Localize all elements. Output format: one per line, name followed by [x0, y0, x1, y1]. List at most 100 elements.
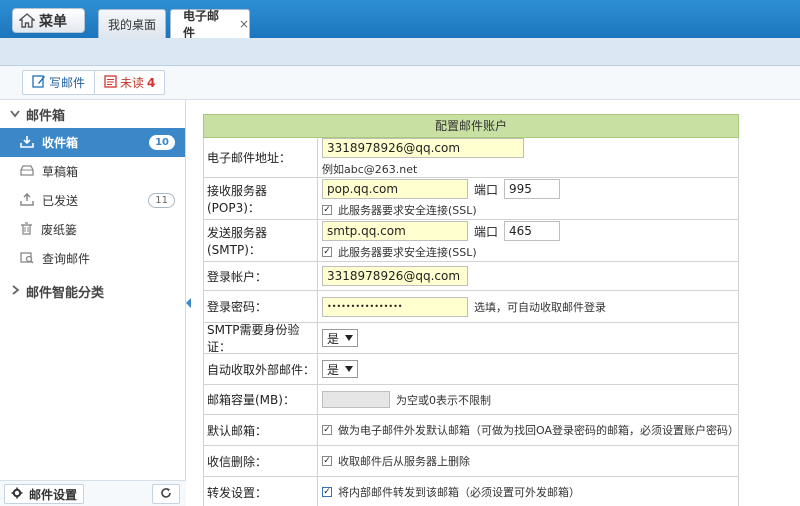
capacity-hint: 为空或0表示不限制 [396, 393, 491, 407]
smart-category-section[interactable]: 邮件智能分类 [0, 277, 185, 305]
compose-button[interactable]: 写邮件 [23, 71, 94, 94]
inbox-count-badge: 10 [149, 135, 175, 150]
collapse-sidebar-arrow[interactable] [186, 298, 191, 308]
port-label: 端口 [474, 182, 499, 197]
sent-icon [20, 192, 34, 209]
sidebar-item-trash[interactable]: 废纸篓 [0, 215, 185, 244]
chevron-right-icon [10, 284, 20, 299]
mailbox-section[interactable]: 邮件箱 [0, 100, 185, 128]
forward-checkbox[interactable]: ✓ [322, 487, 332, 497]
home-icon [19, 13, 35, 28]
account-config-form: 配置邮件账户 电子邮件地址： 3318978926@qq.com 例如abc@2… [203, 114, 739, 506]
search-mail-icon [20, 251, 34, 267]
forward-text: 将内部邮件转发到该邮箱（必须设置可外发邮箱） [338, 486, 580, 499]
form-title: 配置邮件账户 [203, 114, 739, 138]
section-label: 邮件箱 [26, 108, 66, 124]
sidebar: 邮件箱 收件箱 10 草稿箱 已发送 11 废纸篓 查询邮件 邮件智能分类 邮件… [0, 100, 186, 506]
auto-fetch-select[interactable]: 是 [322, 360, 359, 378]
select-value: 是 [327, 331, 340, 346]
draft-icon [20, 164, 34, 179]
smtp-port-field[interactable]: 465 [504, 221, 561, 241]
auto-fetch-label: 自动收取外部邮件： [204, 354, 318, 384]
forward-label: 转发设置： [204, 477, 318, 506]
email-row: 电子邮件地址： 3318978926@qq.com 例如abc@263.net [203, 138, 739, 178]
refresh-icon [160, 487, 172, 502]
menu-button[interactable]: 菜单 [12, 8, 85, 33]
pop3-port-field[interactable]: 995 [504, 179, 561, 199]
sidebar-item-label: 查询邮件 [42, 252, 91, 266]
mail-settings-button[interactable]: 邮件设置 [4, 484, 85, 504]
top-bar: 菜单 我的桌面 电子邮件 × [0, 0, 800, 40]
sidebar-footer: 邮件设置 [0, 480, 186, 506]
toolbar-group: 写邮件 未读 4 [22, 70, 166, 95]
ssl-label: 此服务器要求安全连接(SSL) [338, 204, 477, 217]
default-mailbox-checkbox[interactable]: ✓ [322, 425, 332, 435]
smtp-auth-select[interactable]: 是 [322, 329, 359, 347]
capacity-label: 邮箱容量(MB)： [204, 385, 318, 414]
tab-label: 电子邮件 [183, 9, 220, 40]
forward-row: 转发设置： ✓ 将内部邮件转发到该邮箱（必须设置可外发邮箱） [203, 477, 739, 506]
capacity-field[interactable] [322, 391, 390, 408]
unread-button[interactable]: 未读 4 [94, 71, 164, 94]
sidebar-item-sent[interactable]: 已发送 11 [0, 186, 185, 215]
unread-icon [104, 74, 117, 91]
password-field[interactable]: •••••••••••••••• [322, 296, 468, 317]
inbox-icon [20, 135, 34, 151]
password-hint: 选填，可自动收取邮件登录 [474, 300, 606, 314]
smtp-server-field[interactable]: smtp.qq.com [322, 221, 468, 241]
login-row: 登录帐户： 3318978926@qq.com [203, 262, 739, 291]
settings-label: 邮件设置 [29, 487, 78, 502]
chevron-down-icon [345, 335, 354, 341]
toolbar: 写邮件 未读 4 [0, 66, 800, 100]
compose-icon [32, 74, 46, 91]
unread-count: 4 [147, 75, 156, 90]
smtp-auth-row: SMTP需要身份验证： 是 [203, 323, 739, 354]
sidebar-item-label: 废纸篓 [41, 223, 78, 237]
tab-label: 我的桌面 [107, 17, 156, 32]
delete-text: 收取邮件后从服务器上删除 [338, 455, 470, 468]
compose-label: 写邮件 [49, 76, 86, 90]
pop3-server-field[interactable]: pop.qq.com [322, 179, 468, 199]
delete-after-fetch-checkbox[interactable]: ✓ [322, 456, 332, 466]
ssl-label: 此服务器要求安全连接(SSL) [338, 246, 477, 259]
sidebar-item-inbox[interactable]: 收件箱 10 [0, 128, 185, 157]
sidebar-item-label: 草稿箱 [42, 165, 79, 179]
section-label: 邮件智能分类 [26, 285, 105, 301]
login-label: 登录帐户： [204, 262, 318, 290]
smtp-ssl-checkbox[interactable]: ✓ [322, 247, 332, 257]
menu-label: 菜单 [39, 13, 67, 30]
default-text: 做为电子邮件外发默认邮箱（可做为找回OA登录密码的邮箱，必须设置账户密码） [337, 424, 739, 437]
smtp-label: 发送服务器(SMTP)： [204, 220, 318, 261]
delete-row: 收信删除： ✓ 收取邮件后从服务器上删除 [203, 446, 739, 477]
capacity-row: 邮箱容量(MB)： 为空或0表示不限制 [203, 385, 739, 415]
sidebar-item-label: 已发送 [42, 194, 79, 208]
pop3-label: 接收服务器(POP3)： [204, 178, 318, 219]
chevron-down-icon [10, 107, 20, 122]
smtp-auth-label: SMTP需要身份验证： [204, 323, 318, 354]
trash-icon [20, 221, 33, 238]
sent-count-badge: 11 [148, 193, 175, 208]
close-icon[interactable]: × [239, 17, 249, 31]
unread-label: 未读 [120, 76, 145, 90]
main-content: 配置邮件账户 电子邮件地址： 3318978926@qq.com 例如abc@2… [192, 100, 800, 506]
password-label: 登录密码： [204, 291, 318, 322]
email-field[interactable]: 3318978926@qq.com [322, 138, 524, 158]
pop3-ssl-checkbox[interactable]: ✓ [322, 205, 332, 215]
sidebar-item-search-mail[interactable]: 查询邮件 [0, 244, 185, 273]
auto-fetch-row: 自动收取外部邮件： 是 [203, 354, 739, 385]
login-account-field[interactable]: 3318978926@qq.com [322, 266, 468, 286]
smtp-row: 发送服务器(SMTP)： smtp.qq.com 端口 465 ✓ 此服务器要求… [203, 220, 739, 262]
sidebar-item-drafts[interactable]: 草稿箱 [0, 157, 185, 186]
email-example: 例如abc@263.net [322, 163, 418, 176]
default-mailbox-row: 默认邮箱： ✓ 做为电子邮件外发默认邮箱（可做为找回OA登录密码的邮箱，必须设置… [203, 415, 739, 446]
sub-header [0, 38, 800, 66]
email-label: 电子邮件地址： [204, 138, 318, 177]
gear-icon [11, 487, 23, 502]
delete-label: 收信删除： [204, 446, 318, 476]
tab-email[interactable]: 电子邮件 × [170, 9, 250, 40]
refresh-button[interactable] [152, 484, 180, 504]
chevron-down-icon [345, 366, 354, 372]
tab-my-desktop[interactable]: 我的桌面 [98, 9, 166, 38]
default-label: 默认邮箱： [204, 415, 318, 445]
password-row: 登录密码： •••••••••••••••• 选填，可自动收取邮件登录 [203, 291, 739, 323]
